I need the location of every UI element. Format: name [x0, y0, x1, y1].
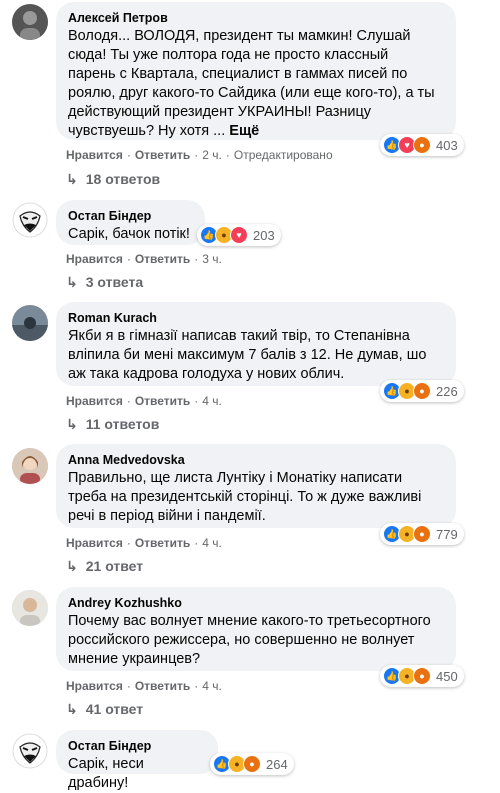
timestamp[interactable]: 4 ч. [202, 394, 222, 408]
reply-button[interactable]: Ответить [135, 394, 190, 408]
reply-arrow-icon: ↳ [66, 171, 78, 187]
angry-reaction-icon: ● [243, 755, 261, 773]
comment-bubble: Остап Біндер Сарік, неси драбину! [56, 730, 218, 791]
reactions-summary[interactable]: 👍 ♥ ● 403 [380, 134, 464, 156]
comment-actions: Нравится · Ответить · 2 ч. · Отредактировано [66, 148, 333, 162]
comment-author[interactable]: Остап Біндер [68, 208, 193, 224]
comment-text: Сарік, неси драбину! [68, 756, 144, 791]
timestamp[interactable]: 4 ч. [202, 679, 222, 693]
reaction-count: 403 [436, 137, 458, 153]
reactions-summary[interactable]: 👍 ● ● 264 [210, 753, 294, 775]
comment-author[interactable]: Остап Біндер [68, 738, 206, 754]
love-reaction-icon: ♥ [230, 226, 248, 244]
avatar[interactable] [12, 733, 48, 769]
comment-bubble: Остап Біндер Сарік, бачок потік! [56, 200, 205, 245]
comment-text: Якби я в гімназії написав такий твір, то… [68, 328, 427, 382]
view-replies-link[interactable]: ↳ 41 ответ [66, 700, 143, 718]
reply-button[interactable]: Ответить [135, 148, 190, 162]
comment-actions: Нравится · Ответить · 3 ч. [66, 252, 222, 266]
view-replies-link[interactable]: ↳ 3 ответа [66, 273, 143, 291]
comment-bubble: Andrey Kozhushko Почему вас волнует мнен… [56, 587, 456, 671]
reaction-count: 203 [253, 227, 275, 243]
like-button[interactable]: Нравится [66, 536, 123, 550]
view-replies-link[interactable]: ↳ 21 ответ [66, 557, 143, 575]
view-replies-link[interactable]: ↳ 18 ответов [66, 170, 160, 188]
reaction-count: 450 [436, 668, 458, 684]
view-replies-link[interactable]: ↳ 11 ответов [66, 415, 159, 433]
reply-arrow-icon: ↳ [66, 701, 78, 717]
comment-bubble: Алексей Петров Володя... ВОЛОДЯ, президе… [56, 2, 456, 140]
comment-author[interactable]: Roman Kurach [68, 310, 444, 326]
comment-author[interactable]: Andrey Kozhushko [68, 595, 444, 611]
angry-reaction-icon: ● [413, 382, 431, 400]
comment-text: Почему вас волнует мнение какого-то трет… [68, 613, 431, 667]
like-button[interactable]: Нравится [66, 679, 123, 693]
like-button[interactable]: Нравится [66, 252, 123, 266]
reactions-summary[interactable]: 👍 ● ♥ 203 [197, 224, 281, 246]
comment-text: Правильно, ще листа Лунтіку і Монатіку н… [68, 470, 422, 524]
avatar[interactable] [12, 202, 48, 238]
reply-button[interactable]: Ответить [135, 679, 190, 693]
avatar[interactable] [12, 4, 48, 40]
reply-arrow-icon: ↳ [66, 558, 78, 574]
comment-text: Сарік, бачок потік! [68, 226, 190, 242]
comment-actions: Нравится · Ответить · 4 ч. [66, 679, 222, 693]
avatar[interactable] [12, 305, 48, 341]
like-button[interactable]: Нравится [66, 148, 123, 162]
avatar[interactable] [12, 590, 48, 626]
comment-bubble: Anna Medvedovska Правильно, ще листа Лун… [56, 444, 456, 528]
reactions-summary[interactable]: 👍 ● ● 779 [380, 523, 464, 545]
angry-reaction-icon: ● [413, 525, 431, 543]
timestamp[interactable]: 4 ч. [202, 536, 222, 550]
reply-button[interactable]: Ответить [135, 252, 190, 266]
reaction-count: 779 [436, 526, 458, 542]
angry-reaction-icon: ● [413, 667, 431, 685]
reply-arrow-icon: ↳ [66, 416, 78, 432]
reactions-summary[interactable]: 👍 ● ● 450 [380, 665, 464, 687]
reaction-count: 264 [266, 756, 288, 772]
comment-author[interactable]: Алексей Петров [68, 10, 444, 26]
comment-bubble: Roman Kurach Якби я в гімназії написав т… [56, 302, 456, 386]
comment-actions: Нравится · Ответить · 4 ч. [66, 394, 222, 408]
reaction-count: 226 [436, 383, 458, 399]
reply-arrow-icon: ↳ [66, 274, 78, 290]
like-button[interactable]: Нравится [66, 394, 123, 408]
angry-reaction-icon: ● [413, 136, 431, 154]
reply-button[interactable]: Ответить [135, 536, 190, 550]
timestamp[interactable]: 3 ч. [202, 252, 222, 266]
comment-text: Володя... ВОЛОДЯ, президент ты мамкин! С… [68, 28, 435, 139]
comment-actions: Нравится · Ответить · 4 ч. [66, 536, 222, 550]
edited-label: Отредактировано [233, 148, 333, 162]
comment-author[interactable]: Anna Medvedovska [68, 452, 444, 468]
avatar[interactable] [12, 448, 48, 484]
see-more-link[interactable]: Ещё [229, 123, 259, 139]
timestamp[interactable]: 2 ч. [202, 148, 222, 162]
reactions-summary[interactable]: 👍 ● ● 226 [380, 380, 464, 402]
